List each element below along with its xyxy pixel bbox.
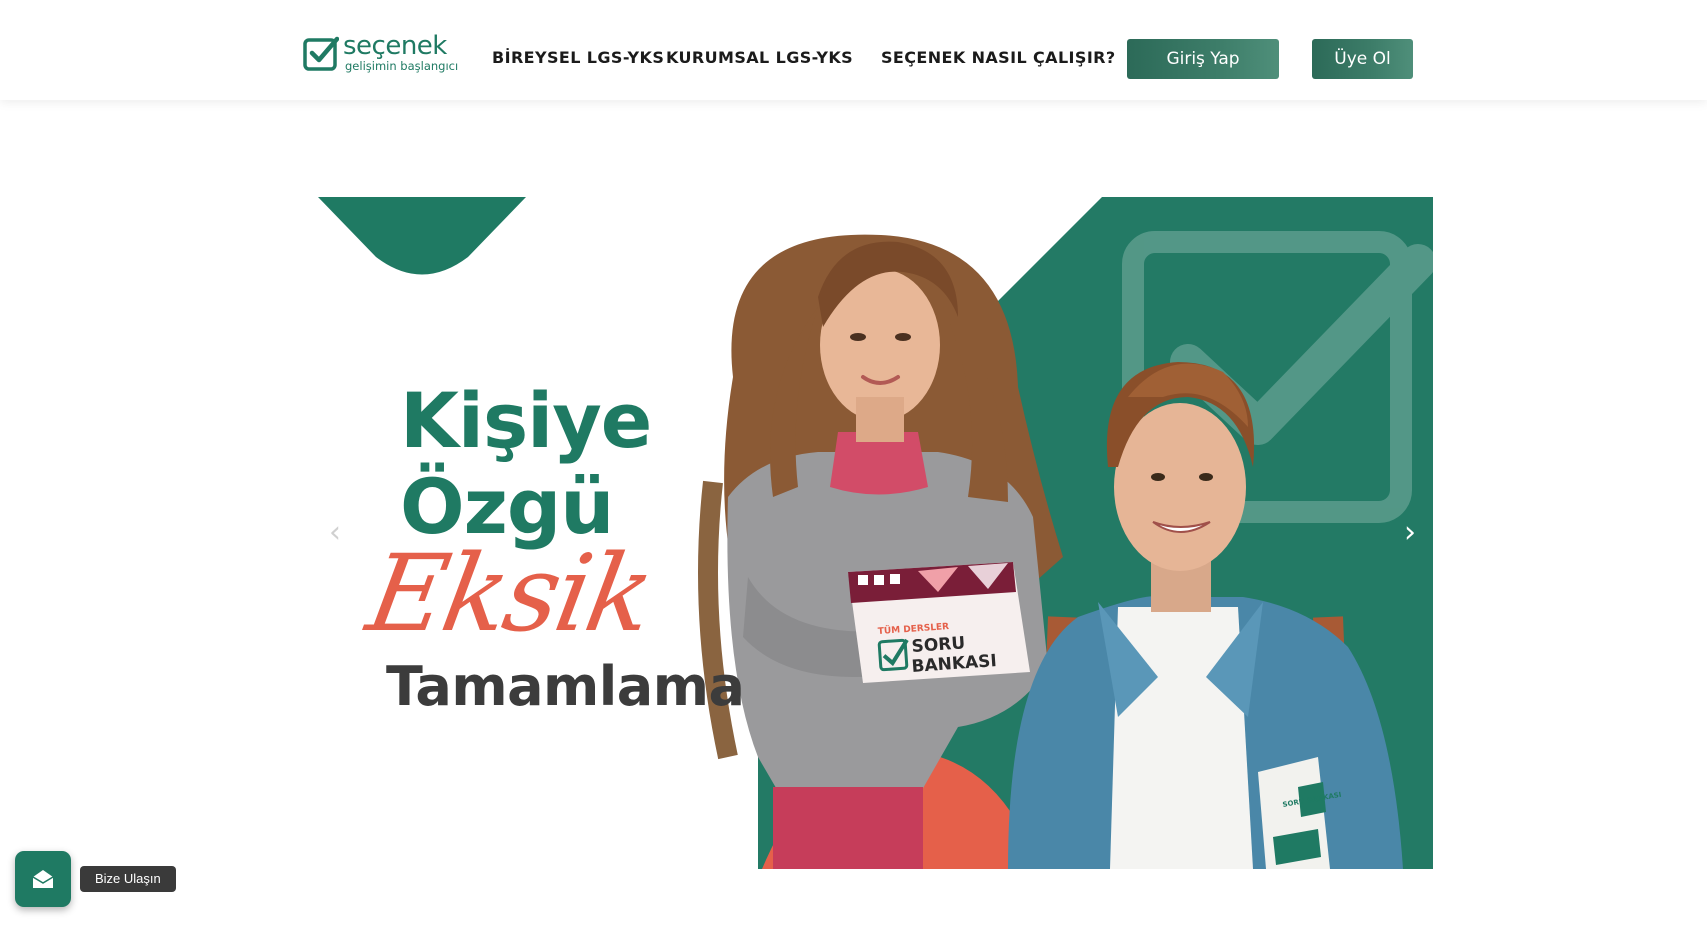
chevron-left-icon: ‹ xyxy=(329,515,341,550)
envelope-open-icon xyxy=(32,870,54,888)
headline-line-1: Kişiye xyxy=(400,376,652,465)
slider-prev-button[interactable]: ‹ xyxy=(320,514,350,552)
nav-item-bireysel[interactable]: BİREYSEL LGS-YKS xyxy=(492,47,664,69)
site-header: seçenek gelişimin başlangıcı BİREYSEL LG… xyxy=(0,0,1707,100)
logo-tagline: gelişimin başlangıcı xyxy=(345,59,459,73)
slider-next-button[interactable]: › xyxy=(1395,514,1425,552)
checkbox-logo-icon xyxy=(303,36,339,71)
contact-button[interactable] xyxy=(15,851,71,907)
contact-label[interactable]: Bize Ulaşın xyxy=(80,866,176,892)
logo-wordmark: seçenek xyxy=(343,31,447,61)
headline-line-3: Eksik xyxy=(359,532,661,655)
nav-item-how-it-works[interactable]: SEÇENEK NASIL ÇALIŞIR? xyxy=(881,47,1116,69)
hero-headline: Kişiye Özgü Eksik Tamamlama xyxy=(318,197,798,869)
signup-button[interactable]: Üye Ol xyxy=(1312,39,1413,79)
chevron-right-icon: › xyxy=(1404,515,1416,550)
question-bank-book: TÜM DERSLER SORU BANKASI xyxy=(848,562,1030,683)
nav-item-kurumsal[interactable]: KURUMSAL LGS-YKS xyxy=(666,47,853,69)
logo[interactable]: seçenek gelişimin başlangıcı xyxy=(303,31,458,75)
headline-line-4: Tamamlama xyxy=(386,655,745,718)
login-button[interactable]: Giriş Yap xyxy=(1127,39,1279,79)
hero-slider: TÜM DERSLER SORU BANKASI SORU BANKASI Ki… xyxy=(318,197,1433,869)
